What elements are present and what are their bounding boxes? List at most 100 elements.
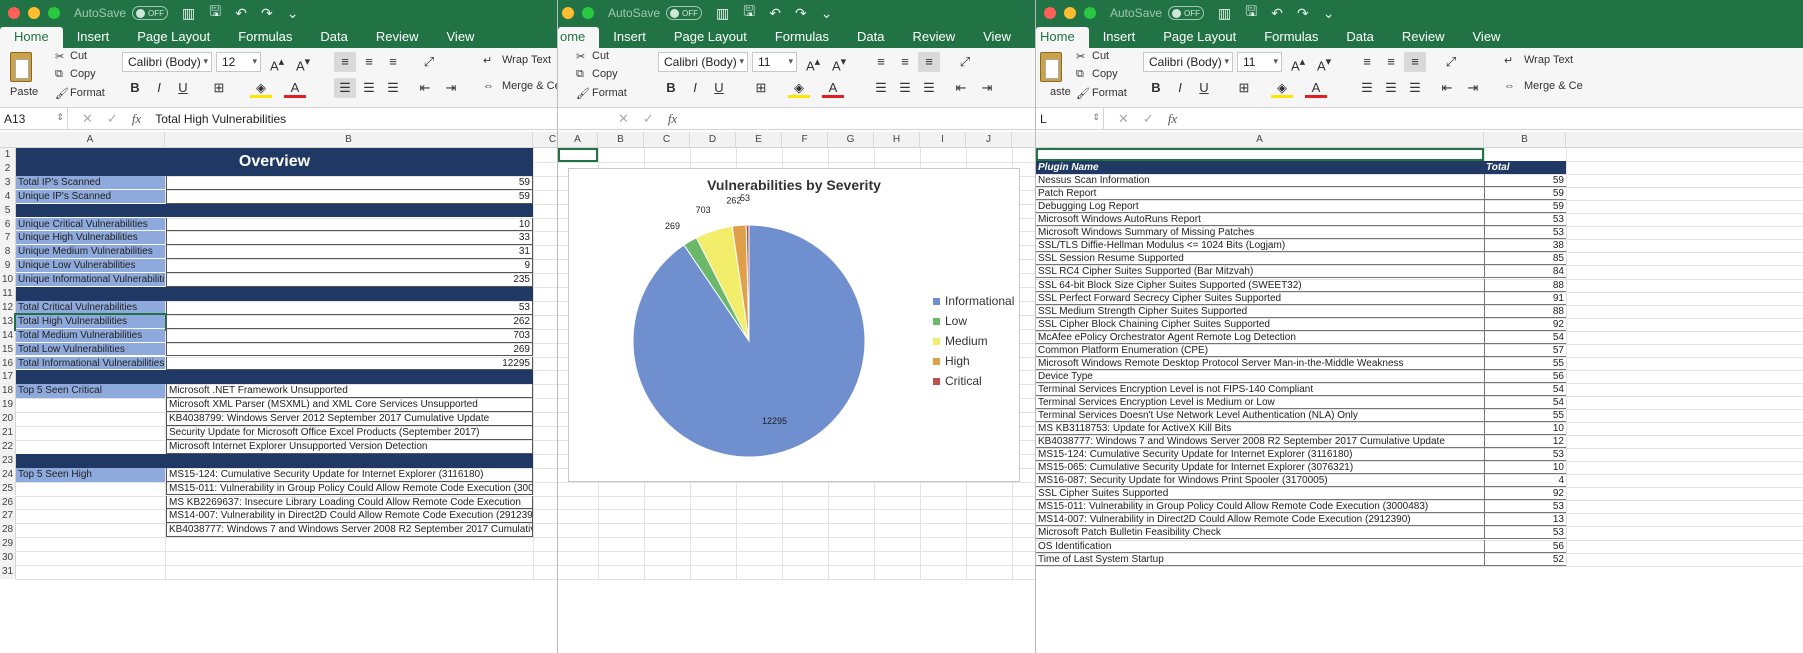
row-header[interactable]: 1 xyxy=(0,148,16,162)
plugin-name[interactable]: MS15-124: Cumulative Security Update for… xyxy=(1036,448,1484,462)
plugin-total[interactable]: 59 xyxy=(1484,200,1566,214)
tab-home[interactable]: ome xyxy=(558,27,600,48)
enter-icon[interactable]: ✓ xyxy=(1143,111,1154,127)
plugin-name[interactable]: SSL Perfect Forward Secrecy Cipher Suite… xyxy=(1036,292,1484,305)
enter-icon[interactable]: ✓ xyxy=(107,111,118,127)
row-header[interactable]: 26 xyxy=(0,495,16,510)
redo-icon[interactable]: ↷ xyxy=(261,5,273,22)
plugin-name[interactable]: SSL RC4 Cipher Suites Supported (Bar Mit… xyxy=(1036,265,1484,279)
summary-value[interactable]: 12295 xyxy=(166,356,533,371)
column-header-a[interactable]: A xyxy=(558,132,598,148)
copy-button[interactable]: Copy xyxy=(592,68,618,80)
row-header[interactable]: 12 xyxy=(0,300,16,315)
merge-center-button[interactable]: Merge & Centre xyxy=(502,80,557,92)
row-header[interactable]: 7 xyxy=(0,231,16,246)
font-size-select[interactable]: 11 xyxy=(1237,52,1282,72)
font-color-icon[interactable]: A xyxy=(1305,78,1327,98)
tab-data[interactable]: Data xyxy=(843,29,898,48)
row-header[interactable]: 17 xyxy=(0,370,16,385)
plugin-total[interactable]: 84 xyxy=(1484,265,1566,279)
decrease-font-icon[interactable]: A▾ xyxy=(292,52,314,73)
plugin-name[interactable]: SSL 64-bit Block Size Cipher Suites Supp… xyxy=(1036,279,1484,292)
column-header-b[interactable]: B xyxy=(598,132,644,148)
align-right-icon[interactable]: ☰ xyxy=(918,78,940,98)
top-critical-item[interactable]: Microsoft XML Parser (MSXML) and XML Cor… xyxy=(166,398,533,413)
wrap-text-icon[interactable]: ↵ xyxy=(483,54,492,67)
increase-font-icon[interactable]: A▴ xyxy=(1287,52,1309,73)
enter-icon[interactable]: ✓ xyxy=(643,111,654,127)
row-header[interactable]: 6 xyxy=(0,217,16,232)
summary-value[interactable]: 235 xyxy=(166,273,533,287)
row-header[interactable]: 20 xyxy=(0,412,16,426)
plugin-total[interactable]: 91 xyxy=(1484,291,1566,305)
summary-label[interactable]: Unique Critical Vulnerabilities xyxy=(16,217,165,232)
tab-formulas[interactable]: Formulas xyxy=(1250,29,1332,48)
row-header[interactable]: 8 xyxy=(0,245,16,260)
sidebar-icon[interactable]: ▥ xyxy=(182,5,195,22)
align-top-icon[interactable]: ≡ xyxy=(334,52,356,72)
paste-icon[interactable] xyxy=(10,52,32,82)
summary-value[interactable]: 59 xyxy=(166,189,533,204)
minimize-window-icon[interactable] xyxy=(562,7,574,19)
summary-label[interactable]: Total Critical Vulnerabilities xyxy=(16,300,165,315)
copy-icon[interactable]: ⧉ xyxy=(576,68,584,81)
plugin-name[interactable]: SSL Cipher Suites Supported xyxy=(1036,487,1484,501)
increase-indent-icon[interactable]: ⇥ xyxy=(976,78,998,98)
tab-page-layout[interactable]: Page Layout xyxy=(1149,29,1250,48)
column-header-c[interactable]: C xyxy=(533,132,557,148)
top-high-item[interactable]: MS14-007: Vulnerability in Direct2D Coul… xyxy=(166,509,533,524)
decrease-font-icon[interactable]: A▾ xyxy=(1313,52,1335,73)
summary-value[interactable]: 59 xyxy=(166,175,533,190)
plugin-name[interactable]: Time of Last System Startup xyxy=(1036,553,1484,566)
decrease-font-icon[interactable]: A▾ xyxy=(828,52,850,73)
plugin-total[interactable]: 52 xyxy=(1484,552,1566,566)
plugin-total[interactable]: 85 xyxy=(1484,252,1566,266)
merge-center-icon[interactable]: ⇔ xyxy=(483,80,494,92)
formula-input[interactable]: Total High Vulnerabilities xyxy=(155,112,286,126)
italic-icon[interactable]: I xyxy=(684,78,706,98)
plugin-total[interactable]: 54 xyxy=(1484,382,1566,396)
undo-icon[interactable]: ↶ xyxy=(769,5,781,22)
selected-cell[interactable] xyxy=(1036,148,1484,162)
function-icon[interactable]: fx xyxy=(668,111,677,127)
cut-icon[interactable]: ✂ xyxy=(576,50,585,63)
cut-button[interactable]: Cut xyxy=(70,50,87,62)
sidebar-icon[interactable]: ▥ xyxy=(1218,5,1231,22)
tab-review[interactable]: Review xyxy=(362,29,433,48)
cut-button[interactable]: Cut xyxy=(1092,50,1109,62)
wrap-text-icon[interactable]: ↵ xyxy=(1504,54,1513,67)
bold-icon[interactable]: B xyxy=(1145,78,1167,98)
column-header-b[interactable]: B xyxy=(165,132,533,148)
orientation-icon[interactable]: ⤢ xyxy=(954,52,976,72)
tab-formulas[interactable]: Formulas xyxy=(224,29,306,48)
plugin-total[interactable]: 13 xyxy=(1484,513,1566,527)
tab-view[interactable]: View xyxy=(433,29,489,48)
plugin-total[interactable]: 54 xyxy=(1484,330,1566,344)
minimize-window-icon[interactable] xyxy=(28,7,40,19)
tab-insert[interactable]: Insert xyxy=(1089,29,1150,48)
plugin-total[interactable]: 10 xyxy=(1484,422,1566,436)
copy-button[interactable]: Copy xyxy=(70,68,96,80)
column-header-e[interactable]: E xyxy=(736,132,782,148)
autosave-toggle[interactable]: OFF xyxy=(132,6,169,20)
plugin-name[interactable]: Nessus Scan Information xyxy=(1036,174,1484,188)
plugin-name[interactable]: MS15-011: Vulnerability in Group Policy … xyxy=(1036,500,1484,514)
font-name-select[interactable]: Calibri (Body) xyxy=(658,52,748,72)
align-right-icon[interactable]: ☰ xyxy=(382,78,404,98)
align-top-icon[interactable]: ≡ xyxy=(870,52,892,72)
align-center-icon[interactable]: ☰ xyxy=(1380,78,1402,98)
plugin-name[interactable]: Debugging Log Report xyxy=(1036,200,1484,214)
borders-icon[interactable]: ⊞ xyxy=(750,78,772,98)
top-critical-item[interactable]: KB4038799: Windows Server 2012 September… xyxy=(166,412,533,426)
increase-indent-icon[interactable]: ⇥ xyxy=(440,78,462,98)
paste-button[interactable]: Paste xyxy=(10,86,38,98)
align-center-icon[interactable]: ☰ xyxy=(358,78,380,98)
tab-view[interactable]: View xyxy=(1459,29,1515,48)
minimize-window-icon[interactable] xyxy=(1064,7,1076,19)
undo-icon[interactable]: ↶ xyxy=(1271,5,1283,22)
plugin-name[interactable]: MS16-087: Security Update for Windows Pr… xyxy=(1036,474,1484,488)
plugin-name[interactable]: MS15-065: Cumulative Security Update for… xyxy=(1036,461,1484,475)
zoom-window-icon[interactable] xyxy=(582,7,594,19)
plugin-total[interactable]: 56 xyxy=(1484,539,1566,553)
summary-label[interactable]: Unique Medium Vulnerabilities xyxy=(16,245,165,260)
